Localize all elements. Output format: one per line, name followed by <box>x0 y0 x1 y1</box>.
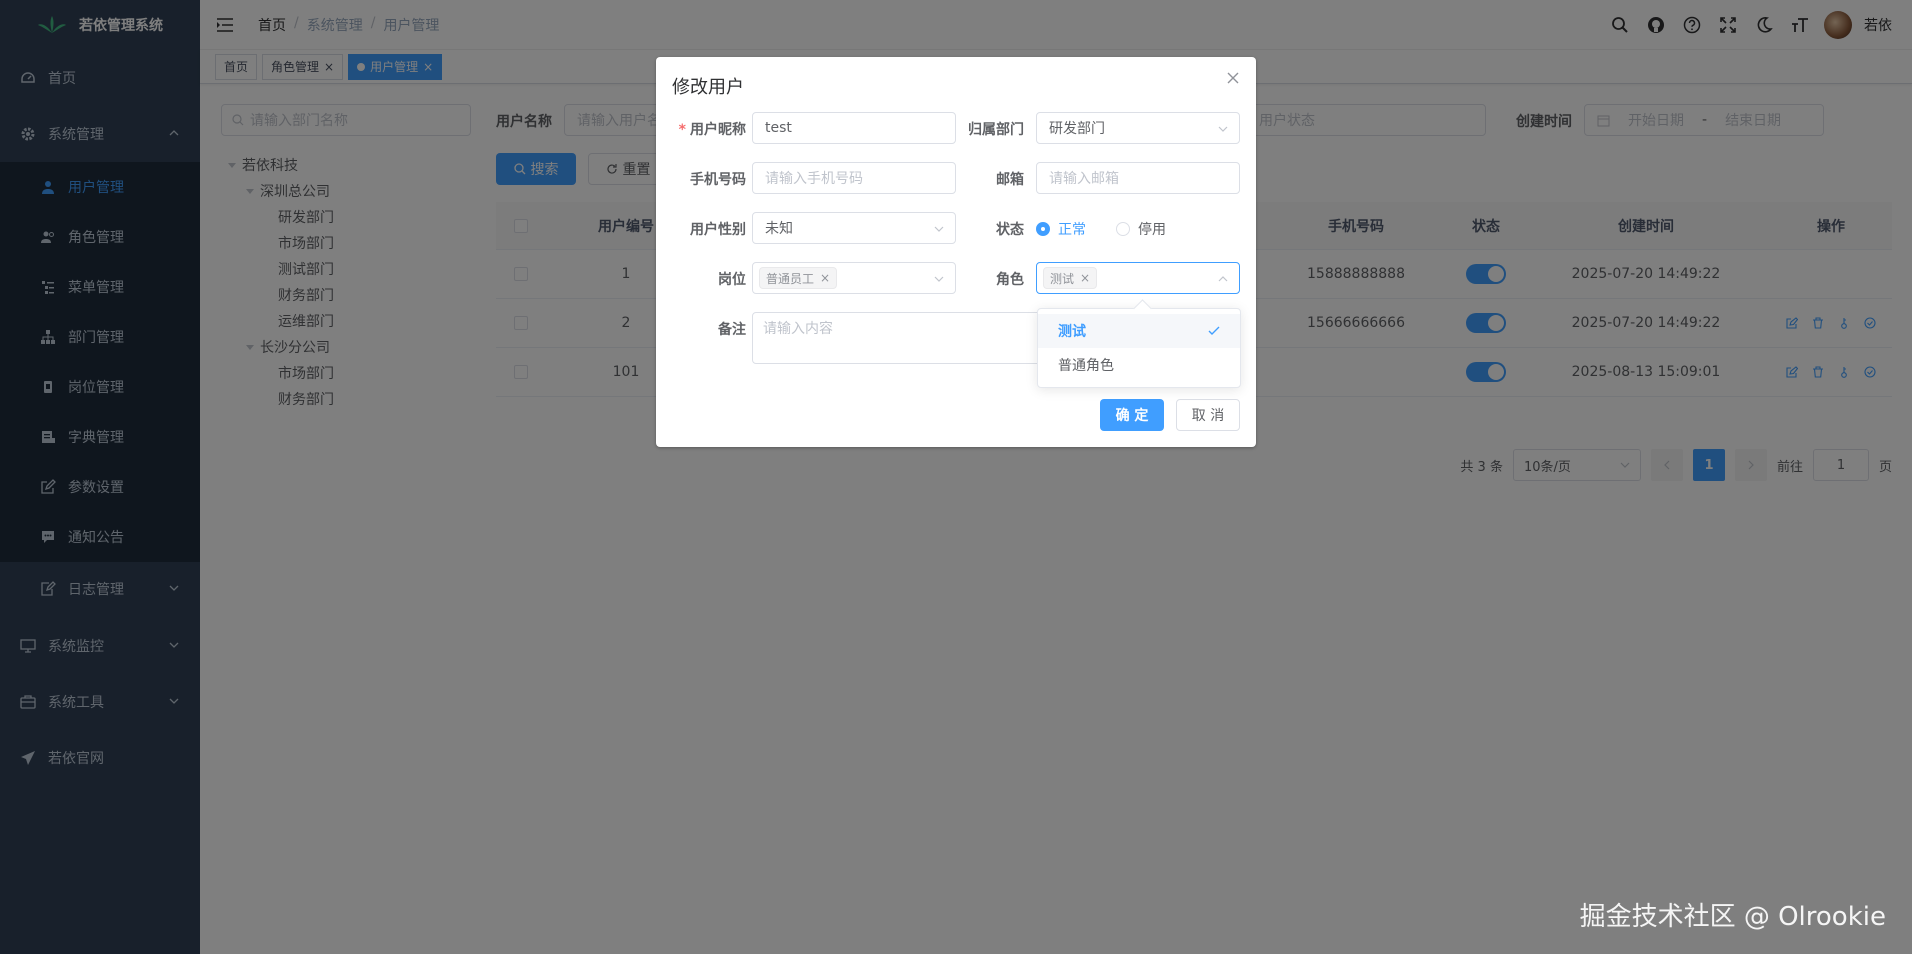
post-select[interactable]: 普通员工 × <box>752 262 956 294</box>
dept-select[interactable]: 研发部门 <box>1036 112 1240 144</box>
remark-placeholder: 请输入内容 <box>763 321 833 337</box>
role-label: 角色 <box>996 272 1024 288</box>
email-placeholder: 请输入邮箱 <box>1049 171 1119 187</box>
phone-placeholder: 请输入手机号码 <box>765 171 863 187</box>
status-label: 状态 <box>996 222 1024 238</box>
role-dropdown: 测试 普通角色 <box>1037 308 1241 388</box>
close-icon[interactable]: × <box>820 271 830 285</box>
close-icon[interactable] <box>1226 71 1240 85</box>
phone-input[interactable]: 请输入手机号码 <box>752 162 956 194</box>
option-label: 普通角色 <box>1058 358 1114 374</box>
chip-label: 普通员工 <box>766 271 815 286</box>
status-radio-normal[interactable]: 正常 <box>1036 219 1086 239</box>
radio-label: 停用 <box>1138 222 1166 238</box>
post-label: 岗位 <box>718 272 746 288</box>
cancel-button[interactable]: 取 消 <box>1176 399 1240 431</box>
option-label: 测试 <box>1058 324 1086 340</box>
close-icon[interactable]: × <box>1080 271 1090 285</box>
nickname-label-text: 用户昵称 <box>690 122 746 138</box>
phone-label: 手机号码 <box>690 172 746 188</box>
chevron-up-icon <box>1217 273 1229 285</box>
post-chip: 普通员工 × <box>759 267 838 289</box>
email-input[interactable]: 请输入邮箱 <box>1036 162 1240 194</box>
nickname-value: test <box>765 120 792 136</box>
gender-label: 用户性别 <box>690 222 746 238</box>
role-option[interactable]: 测试 <box>1038 314 1240 348</box>
edit-user-dialog: 修改用户 * 用户昵称 test 归属部门 研发部门 手机号码 请输入手机号码 邮… <box>656 57 1256 447</box>
dialog-title: 修改用户 <box>672 77 744 98</box>
radio-circle <box>1036 222 1050 236</box>
nickname-input[interactable]: test <box>752 112 956 144</box>
dept-value: 研发部门 <box>1049 121 1105 137</box>
remark-label: 备注 <box>718 322 746 338</box>
gender-select[interactable]: 未知 <box>752 212 956 244</box>
required-mark: * <box>678 122 686 138</box>
chip-label: 测试 <box>1050 271 1075 286</box>
nickname-label: * 用户昵称 <box>656 119 746 139</box>
role-chip: 测试 × <box>1043 267 1098 289</box>
watermark: 掘金技术社区 @ Olrookie <box>1579 902 1886 932</box>
role-option[interactable]: 普通角色 <box>1038 348 1240 382</box>
check-icon <box>1208 326 1220 336</box>
chevron-down-icon <box>1217 123 1229 135</box>
status-radio-disabled[interactable]: 停用 <box>1116 219 1166 239</box>
gender-value: 未知 <box>765 221 793 237</box>
email-label: 邮箱 <box>996 172 1024 188</box>
dept-label: 归属部门 <box>968 122 1024 138</box>
confirm-button[interactable]: 确 定 <box>1100 399 1164 431</box>
radio-circle <box>1116 222 1130 236</box>
role-select[interactable]: 测试 × <box>1036 262 1240 294</box>
radio-label: 正常 <box>1058 222 1086 238</box>
